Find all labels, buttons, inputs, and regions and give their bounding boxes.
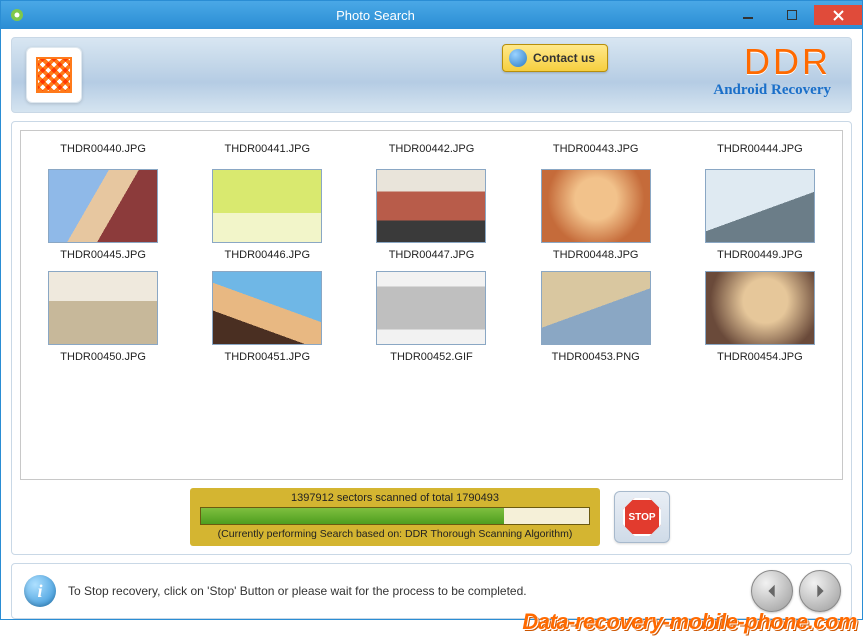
file-name: THDR00451.JPG <box>224 351 310 363</box>
thumbnail <box>705 169 815 243</box>
footer-hint: To Stop recovery, click on 'Stop' Button… <box>68 584 527 598</box>
file-name: THDR00444.JPG <box>717 143 803 155</box>
file-item[interactable]: THDR00442.JPG <box>349 135 513 165</box>
file-item[interactable]: THDR00452.GIF <box>349 267 513 369</box>
thumbnail <box>376 271 486 345</box>
header-banner: Contact us DDR Android Recovery <box>11 37 852 113</box>
brand-name: DDR <box>713 44 831 80</box>
thumbnail <box>48 271 158 345</box>
file-name: THDR00453.PNG <box>552 351 640 363</box>
progress-card: 1397912 sectors scanned of total 1790493… <box>190 488 600 546</box>
file-name: THDR00448.JPG <box>553 249 639 261</box>
watermark: Data-recovery-mobile-phone.com <box>522 609 857 635</box>
file-name: THDR00445.JPG <box>60 249 146 261</box>
logo-icon <box>36 57 72 93</box>
app-window: Photo Search Contact us DDR Android Reco… <box>0 0 863 620</box>
file-name: THDR00446.JPG <box>224 249 310 261</box>
file-name: THDR00442.JPG <box>389 143 475 155</box>
contact-us-button[interactable]: Contact us <box>502 44 608 72</box>
file-name: THDR00441.JPG <box>224 143 310 155</box>
file-item[interactable]: THDR00454.JPG <box>678 267 842 369</box>
file-item[interactable]: THDR00446.JPG <box>185 165 349 267</box>
brand-block: DDR Android Recovery <box>713 44 831 99</box>
maximize-button[interactable] <box>770 5 814 25</box>
file-item[interactable]: THDR00450.JPG <box>21 267 185 369</box>
content-panel: THDR00440.JPG THDR00441.JPG THDR00442.JPG T… <box>11 121 852 555</box>
progress-bar <box>200 507 590 525</box>
thumbnail-grid[interactable]: THDR00440.JPG THDR00441.JPG THDR00442.JPG T… <box>20 130 843 480</box>
file-item[interactable]: THDR00441.JPG <box>185 135 349 165</box>
thumbnail <box>212 169 322 243</box>
file-name: THDR00454.JPG <box>717 351 803 363</box>
file-name: THDR00443.JPG <box>553 143 639 155</box>
file-item[interactable]: THDR00444.JPG <box>678 135 842 165</box>
file-name: THDR00452.GIF <box>390 351 473 363</box>
window-controls <box>726 5 862 25</box>
titlebar: Photo Search <box>1 1 862 29</box>
progress-status: 1397912 sectors scanned of total 1790493 <box>200 492 590 504</box>
person-icon <box>509 49 527 67</box>
brand-subtitle: Android Recovery <box>713 82 831 99</box>
info-icon: i <box>24 575 56 607</box>
progress-row: 1397912 sectors scanned of total 1790493… <box>20 488 843 546</box>
back-button[interactable] <box>751 570 793 612</box>
file-item[interactable]: THDR00445.JPG <box>21 165 185 267</box>
stop-label: STOP <box>628 512 655 523</box>
thumbnail <box>541 169 651 243</box>
thumbnail <box>541 271 651 345</box>
file-item[interactable]: THDR00449.JPG <box>678 165 842 267</box>
nav-buttons <box>751 570 841 612</box>
progress-fill <box>201 508 504 524</box>
window-title: Photo Search <box>25 8 726 23</box>
next-button[interactable] <box>799 570 841 612</box>
app-icon <box>9 7 25 23</box>
stop-button[interactable]: STOP <box>614 491 670 543</box>
file-item[interactable]: THDR00447.JPG <box>349 165 513 267</box>
app-logo[interactable] <box>26 47 82 103</box>
file-name: THDR00450.JPG <box>60 351 146 363</box>
file-name: THDR00440.JPG <box>60 143 146 155</box>
contact-label: Contact us <box>533 51 595 65</box>
thumbnail <box>705 271 815 345</box>
minimize-button[interactable] <box>726 5 770 25</box>
file-item[interactable]: THDR00448.JPG <box>514 165 678 267</box>
file-item[interactable]: THDR00440.JPG <box>21 135 185 165</box>
file-item[interactable]: THDR00443.JPG <box>514 135 678 165</box>
file-name: THDR00447.JPG <box>389 249 475 261</box>
close-button[interactable] <box>814 5 862 25</box>
thumbnail <box>48 169 158 243</box>
thumbnail <box>376 169 486 243</box>
stop-icon: STOP <box>623 498 661 536</box>
thumbnail <box>212 271 322 345</box>
file-item[interactable]: THDR00451.JPG <box>185 267 349 369</box>
file-item[interactable]: THDR00453.PNG <box>514 267 678 369</box>
file-name: THDR00449.JPG <box>717 249 803 261</box>
progress-algorithm: (Currently performing Search based on: D… <box>200 528 590 540</box>
